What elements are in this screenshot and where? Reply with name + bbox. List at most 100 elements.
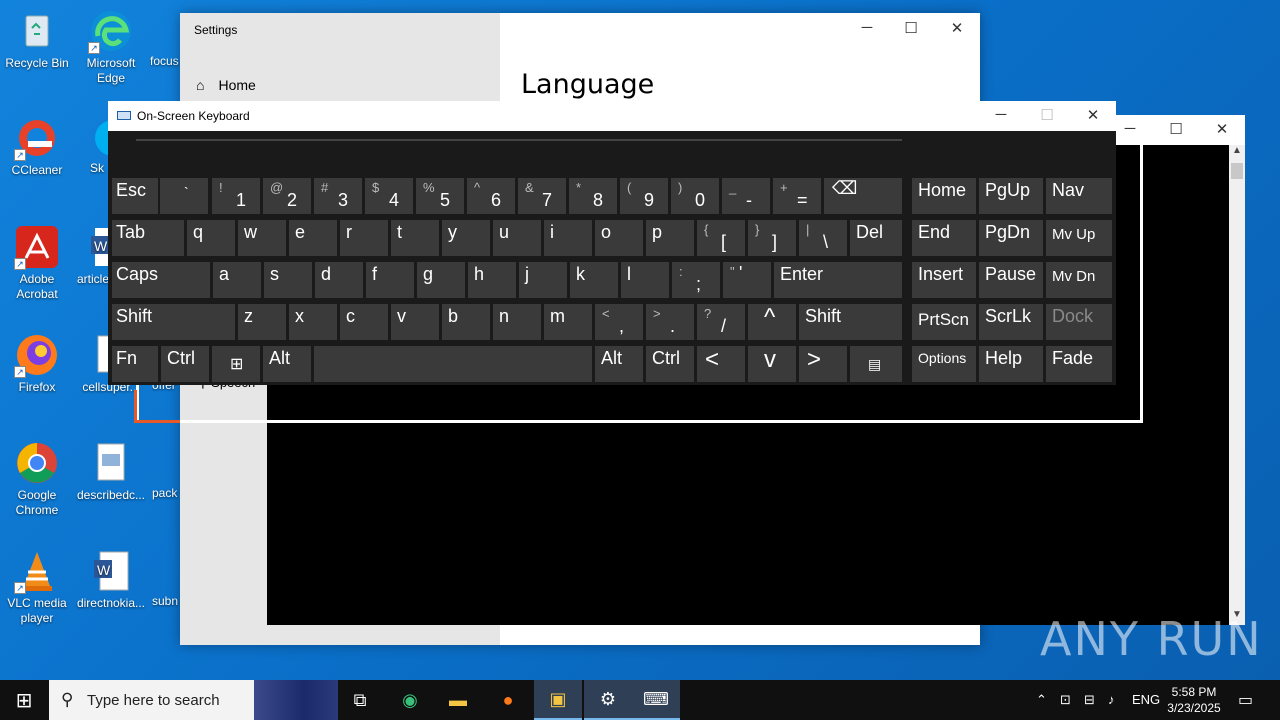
key-insert[interactable]: Insert — [912, 262, 976, 298]
console-close-button[interactable]: ✕ — [1199, 120, 1245, 138]
key-w[interactable]: w — [238, 220, 286, 256]
key-g[interactable]: g — [417, 262, 465, 298]
key-4[interactable]: $4 — [365, 178, 413, 214]
key-period[interactable]: >. — [646, 304, 694, 340]
key-enter[interactable]: Enter — [774, 262, 902, 298]
key-left-shift[interactable]: Shift — [112, 304, 235, 340]
key-semicolon[interactable]: :; — [672, 262, 720, 298]
key-nav[interactable]: Nav — [1046, 178, 1112, 214]
desktop-icon-focus[interactable]: focus — [150, 8, 180, 69]
key-pgup[interactable]: PgUp — [979, 178, 1043, 214]
scroll-up-icon[interactable]: ▲ — [1229, 145, 1245, 161]
key-i[interactable]: i — [544, 220, 592, 256]
key-m[interactable]: m — [544, 304, 592, 340]
desktop-icon-google-chrome[interactable]: Google Chrome — [0, 440, 74, 518]
taskbar-file-explorer[interactable]: ▬ — [434, 680, 482, 720]
key-backslash[interactable]: | \ — [799, 220, 847, 256]
key-pause[interactable]: Pause — [979, 262, 1043, 298]
key-f[interactable]: f — [366, 262, 414, 298]
key-prtscn[interactable]: PrtScn — [912, 304, 976, 340]
key-quote[interactable]: " ' — [723, 262, 771, 298]
key-a[interactable]: a — [213, 262, 261, 298]
key-7[interactable]: & 7 — [518, 178, 566, 214]
key-z[interactable]: z — [238, 304, 286, 340]
taskbar-app[interactable]: ▣ — [534, 680, 582, 720]
key-pgdn[interactable]: PgDn — [979, 220, 1043, 256]
key-fade[interactable]: Fade — [1046, 346, 1112, 382]
key-del[interactable]: Del — [850, 220, 902, 256]
desktop-icon-describedc[interactable]: describedc... — [74, 440, 148, 503]
key-t[interactable]: t — [391, 220, 439, 256]
settings-home-link[interactable]: ⌂ Home — [196, 77, 256, 93]
key-2[interactable]: @2 — [263, 178, 311, 214]
key-backtick[interactable]: ` — [160, 178, 208, 214]
key-scrlk[interactable]: ScrLk — [979, 304, 1043, 340]
key-x[interactable]: x — [289, 304, 337, 340]
key-j[interactable]: j — [519, 262, 567, 298]
key-k[interactable]: k — [570, 262, 618, 298]
notifications-icon[interactable]: ▭ — [1238, 690, 1253, 710]
device-icon[interactable]: ⊡ — [1060, 692, 1071, 708]
desktop-icon-microsoft-edge[interactable]: ↗ Microsoft Edge — [74, 8, 148, 86]
task-view-button[interactable]: ⧉ — [336, 680, 384, 720]
desktop-icon-vlc[interactable]: ↗ VLC media player — [0, 548, 74, 626]
key-right-alt[interactable]: Alt — [595, 346, 643, 382]
desktop-icon-adobe-acrobat[interactable]: ↗ Adobe Acrobat — [0, 224, 74, 302]
key-n[interactable]: n — [493, 304, 541, 340]
key-v[interactable]: v — [391, 304, 439, 340]
taskbar-search-box[interactable]: ⚲ Type here to search — [49, 680, 338, 720]
key-space[interactable] — [314, 346, 592, 382]
key-help[interactable]: Help — [979, 346, 1043, 382]
key-u[interactable]: u — [493, 220, 541, 256]
desktop-icon-recycle-bin[interactable]: Recycle Bin — [0, 8, 74, 71]
key-right-shift[interactable]: Shift — [799, 304, 902, 340]
taskbar-firefox[interactable]: ● — [484, 680, 532, 720]
key-9[interactable]: (9 — [620, 178, 668, 214]
key-right-arrow[interactable]: > — [799, 346, 847, 382]
language-indicator[interactable]: ENG — [1132, 692, 1160, 707]
minimize-button[interactable]: ─ — [844, 19, 890, 36]
key-l[interactable]: l — [621, 262, 669, 298]
key-dock[interactable]: Dock — [1046, 304, 1112, 340]
key-8[interactable]: * 8 — [569, 178, 617, 214]
key-3[interactable]: #3 — [314, 178, 362, 214]
key-slash[interactable]: ? / — [697, 304, 745, 340]
network-icon[interactable]: ⊟ — [1084, 692, 1095, 708]
key-esc[interactable]: ~ Esc — [112, 178, 158, 214]
key-0[interactable]: ) 0 — [671, 178, 719, 214]
key-6[interactable]: ^ 6 — [467, 178, 515, 214]
key-mv-up[interactable]: Mv Up — [1046, 220, 1112, 256]
key-comma[interactable]: <, — [595, 304, 643, 340]
key-5[interactable]: % 5 — [416, 178, 464, 214]
key-tab[interactable]: Tab — [112, 220, 184, 256]
key-home[interactable]: Home — [912, 178, 976, 214]
key-r[interactable]: r — [340, 220, 388, 256]
maximize-button[interactable]: ☐ — [888, 19, 934, 37]
scroll-thumb[interactable] — [1231, 163, 1243, 179]
show-hidden-icons-button[interactable]: ⌃ — [1036, 692, 1047, 708]
desktop-icon-directnokia[interactable]: W directnokia... — [74, 548, 148, 611]
key-p[interactable]: p — [646, 220, 694, 256]
console-scrollbar[interactable]: ▲ ▼ — [1229, 145, 1245, 625]
desktop-icon-pack[interactable]: pack — [152, 440, 180, 501]
osk-maximize-button[interactable]: ☐ — [1024, 106, 1070, 124]
key-open-bracket[interactable]: {[ — [697, 220, 745, 256]
key-h[interactable]: h — [468, 262, 516, 298]
key-equals[interactable]: + = — [773, 178, 821, 214]
key-windows[interactable]: ⊞ — [212, 346, 260, 382]
key-close-bracket[interactable]: }] — [748, 220, 796, 256]
osk-minimize-button[interactable]: ─ — [978, 106, 1024, 123]
taskbar-settings[interactable]: ⚙ — [584, 680, 632, 720]
key-c[interactable]: c — [340, 304, 388, 340]
osk-close-button[interactable]: ✕ — [1070, 106, 1116, 124]
key-minus[interactable]: _ - — [722, 178, 770, 214]
key-mv-dn[interactable]: Mv Dn — [1046, 262, 1112, 298]
volume-icon[interactable]: ♪ — [1108, 692, 1115, 707]
key-o[interactable]: o — [595, 220, 643, 256]
close-button[interactable]: ✕ — [934, 19, 980, 37]
taskbar-edge[interactable]: ◉ — [386, 680, 434, 720]
key-q[interactable]: q — [187, 220, 235, 256]
desktop-icon-firefox[interactable]: ↗ Firefox — [0, 332, 74, 395]
key-b[interactable]: b — [442, 304, 490, 340]
key-up-arrow[interactable]: ^ — [748, 304, 796, 340]
